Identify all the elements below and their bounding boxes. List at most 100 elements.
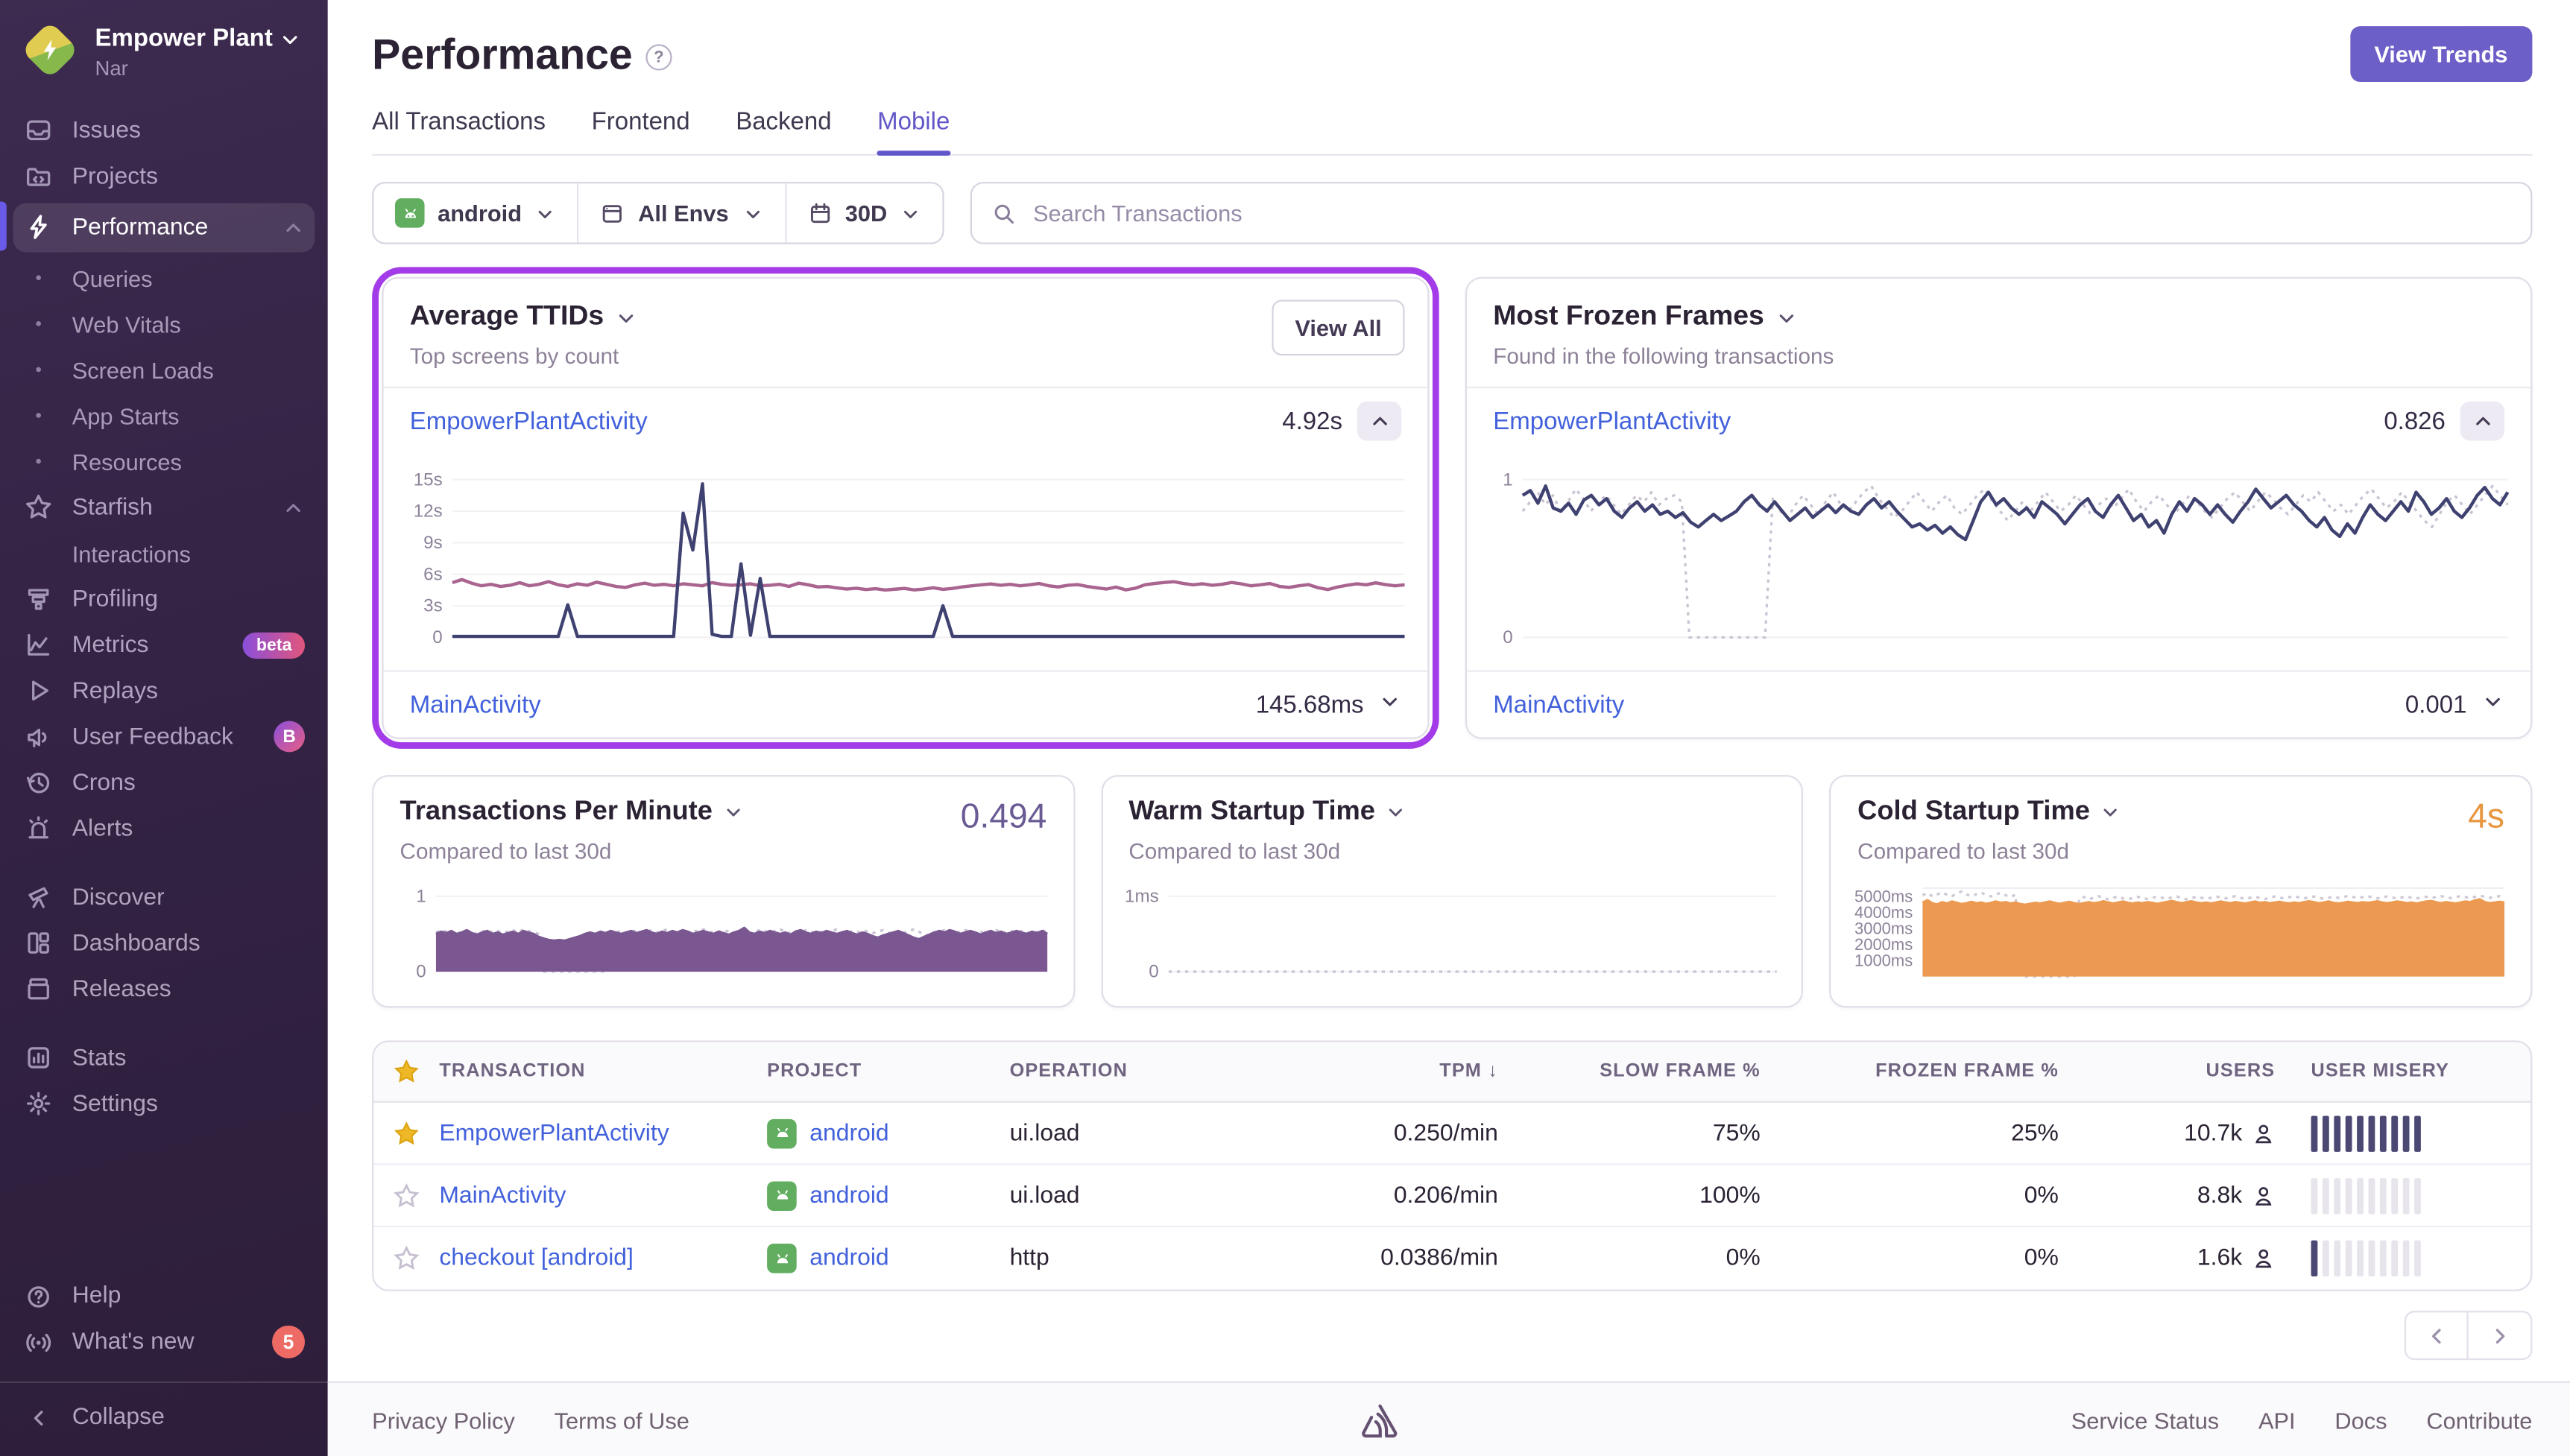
chevron-down-icon[interactable] [1775,306,1799,329]
svg-text:12s: 12s [414,501,443,522]
users-cell: 8.8k [2197,1183,2242,1209]
slow-frame-cell: 100% [1505,1183,1767,1209]
sidebar-item-projects[interactable]: Projects [0,153,328,200]
tab-frontend[interactable]: Frontend [592,108,690,154]
sidebar-item-dashboards[interactable]: Dashboards [0,920,328,966]
operation-cell: http [1010,1245,1275,1271]
telescope-icon [23,884,53,911]
sidebar-item-issues[interactable]: Issues [0,107,328,153]
tpm-cell: 0.250/min [1275,1120,1505,1146]
chevron-down-icon[interactable] [722,801,744,823]
svg-text:9s: 9s [423,533,443,553]
accordion-row: MainActivity 0.001 [1467,672,2530,738]
view-trends-button[interactable]: View Trends [2349,26,2532,82]
project-link[interactable]: android [767,1244,1009,1273]
sidebar-collapse-button[interactable]: Collapse [0,1394,328,1440]
date-range-filter[interactable]: 30D [786,183,943,242]
sidebar-item-whats-new[interactable]: What's new 5 [0,1319,328,1365]
metric-value: 4.92s [1282,407,1342,434]
tab-mobile[interactable]: Mobile [877,108,950,154]
sidebar-item-web-vitals[interactable]: Web Vitals [0,301,328,347]
project-filter[interactable]: android [373,183,579,242]
environment-filter[interactable]: All Envs [579,183,786,242]
metric-value: 0.001 [2405,691,2467,718]
whats-new-badge: 5 [272,1326,305,1358]
contribute-link[interactable]: Contribute [2426,1407,2532,1433]
expand-toggle[interactable] [2481,690,2504,720]
accordion-row: EmpowerPlantActivity 4.92s [384,388,1428,454]
project-link[interactable]: android [767,1118,1009,1148]
transaction-link[interactable]: EmpowerPlantActivity [1493,407,1731,434]
sidebar-item-resources[interactable]: Resources [0,439,328,485]
page-help-icon[interactable]: ? [645,44,672,70]
warm-startup-widget: Warm Startup Time Compared to last 30d 1… [1101,775,1804,1007]
sidebar-item-app-starts[interactable]: App Starts [0,393,328,439]
broadcast-icon [23,1328,53,1355]
table-row: MainActivity android ui.load 0.206/min 1… [373,1165,2530,1227]
docs-link[interactable]: Docs [2334,1407,2387,1433]
bullet-icon [23,321,53,326]
highlight-ring: Average TTIDs Top screens by count View … [372,267,1439,749]
sidebar-item-screen-loads[interactable]: Screen Loads [0,346,328,393]
expand-toggle[interactable] [1378,690,1401,720]
window-icon [601,200,625,225]
star-icon-filled[interactable] [373,1120,439,1146]
sidebar-item-user-feedback[interactable]: User Feedback B [0,714,328,760]
sidebar-item-metrics[interactable]: Metrics beta [0,622,328,668]
star-icon-outline[interactable] [373,1183,439,1209]
api-link[interactable]: API [2258,1407,2296,1433]
transaction-link[interactable]: checkout [android] [439,1245,767,1271]
transaction-link[interactable]: MainActivity [439,1183,767,1209]
sidebar-item-stats[interactable]: Stats [0,1035,328,1081]
app-window: Empower Plant Nar Issues Projects Perfor… [0,0,2570,1456]
star-icon-outline[interactable] [373,1245,439,1271]
sidebar-item-profiling[interactable]: Profiling [0,576,328,622]
transaction-link[interactable]: MainActivity [410,691,541,718]
android-icon [767,1118,797,1148]
sidebar-item-queries[interactable]: Queries [0,255,328,301]
transactions-table: TRANSACTION PROJECT OPERATION TPM ↓ SLOW… [372,1040,2532,1291]
next-page-button[interactable] [2469,1312,2531,1358]
collapse-toggle[interactable] [2460,402,2504,441]
collapse-toggle[interactable] [1357,402,1401,441]
avg-ttids-widget: Average TTIDs Top screens by count View … [382,277,1429,739]
chevron-down-icon[interactable] [1385,801,1406,823]
sidebar-item-alerts[interactable]: Alerts [0,805,328,852]
terms-of-use-link[interactable]: Terms of Use [555,1407,689,1433]
cold-startup-chart: 5000ms4000ms3000ms2000ms1000ms [1845,879,2511,996]
sidebar-item-settings[interactable]: Settings [0,1081,328,1127]
view-all-button[interactable]: View All [1272,300,1405,355]
svg-text:1: 1 [1503,469,1512,490]
sidebar-item-replays[interactable]: Replays [0,668,328,714]
frozen-frames-chart: 10 [1480,458,2515,657]
project-link[interactable]: android [767,1180,1009,1210]
transaction-link[interactable]: EmpowerPlantActivity [439,1120,767,1146]
sidebar: Empower Plant Nar Issues Projects Perfor… [0,0,328,1456]
chevron-down-icon[interactable] [2100,801,2121,823]
chevron-down-icon[interactable] [616,306,639,329]
tpm-sort-header[interactable]: TPM ↓ [1275,1062,1505,1081]
sidebar-item-starfish[interactable]: Starfish [0,484,328,531]
privacy-policy-link[interactable]: Privacy Policy [372,1407,515,1433]
sidebar-item-releases[interactable]: Releases [0,966,328,1013]
sidebar-item-discover[interactable]: Discover [0,874,328,920]
transaction-link[interactable]: MainActivity [1493,691,1624,718]
service-status-link[interactable]: Service Status [2071,1407,2219,1433]
tab-all-transactions[interactable]: All Transactions [372,108,546,154]
star-header-icon[interactable] [373,1059,439,1085]
filter-segmented-control: android All Envs 30D [372,182,944,244]
search-input[interactable] [1030,198,2511,228]
sidebar-item-help[interactable]: Help [0,1273,328,1320]
sidebar-item-performance[interactable]: Performance [13,203,315,252]
sidebar-item-interactions[interactable]: Interactions [0,531,328,577]
archive-icon [23,975,53,1003]
sidebar-item-crons[interactable]: Crons [0,760,328,806]
issues-icon [23,116,53,144]
transaction-link[interactable]: EmpowerPlantActivity [410,407,648,434]
widget-title: Average TTIDs [410,300,604,332]
chevron-down-icon [535,203,557,224]
org-switcher[interactable]: Empower Plant Nar [0,0,328,101]
main-content: Performance ? View Trends All Transactio… [328,0,2570,1456]
prev-page-button[interactable] [2406,1312,2469,1358]
tab-backend[interactable]: Backend [736,108,831,154]
